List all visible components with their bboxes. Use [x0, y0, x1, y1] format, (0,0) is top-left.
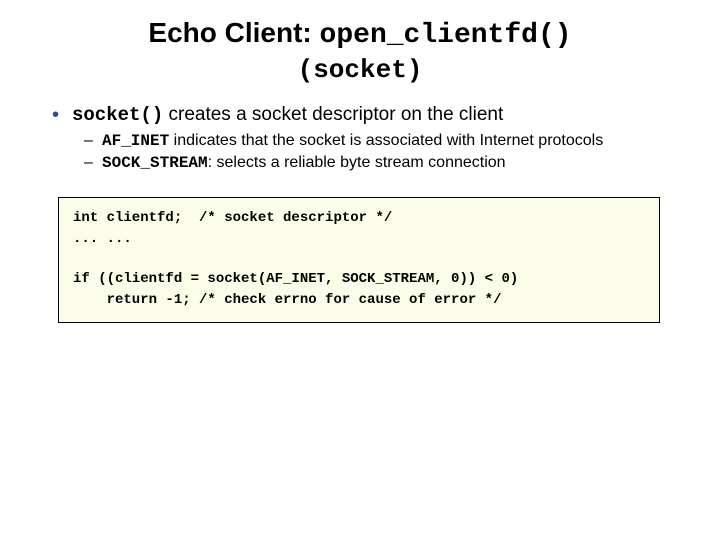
sub-list: AF_INET indicates that the socket is ass…	[82, 131, 680, 173]
subtitle-open: (	[298, 55, 314, 85]
sub2-text: : selects a reliable byte stream connect…	[208, 154, 506, 171]
title-prefix: Echo Client:	[148, 17, 319, 48]
title-code: open_clientfd()	[320, 20, 572, 51]
sub1-code: AF_INET	[102, 132, 169, 150]
slide-subtitle: (socket)	[40, 53, 680, 85]
bullet-text: creates a socket descriptor on the clien…	[163, 104, 503, 125]
code-line-2: ... ...	[73, 231, 132, 247]
subtitle-code: socket	[313, 55, 407, 85]
sub1-text: indicates that the socket is associated …	[169, 132, 603, 149]
slide: Echo Client: open_clientfd() (socket) so…	[0, 0, 720, 323]
subtitle-close: )	[407, 55, 423, 85]
bullet-list: socket() creates a socket descriptor on …	[50, 103, 680, 174]
bullet-code: socket()	[72, 104, 163, 126]
code-line-5: return -1; /* check errno for cause of e…	[73, 292, 501, 308]
slide-title: Echo Client: open_clientfd()	[40, 16, 680, 53]
code-block: int clientfd; /* socket descriptor */ ..…	[58, 197, 660, 322]
code-line-4: if ((clientfd = socket(AF_INET, SOCK_STR…	[73, 271, 518, 287]
sub2-code: SOCK_STREAM	[102, 154, 208, 172]
sub-item-2: SOCK_STREAM: selects a reliable byte str…	[82, 153, 680, 173]
code-line-1: int clientfd; /* socket descriptor */	[73, 210, 392, 226]
sub-item-1: AF_INET indicates that the socket is ass…	[82, 131, 680, 151]
bullet-item: socket() creates a socket descriptor on …	[50, 103, 680, 174]
